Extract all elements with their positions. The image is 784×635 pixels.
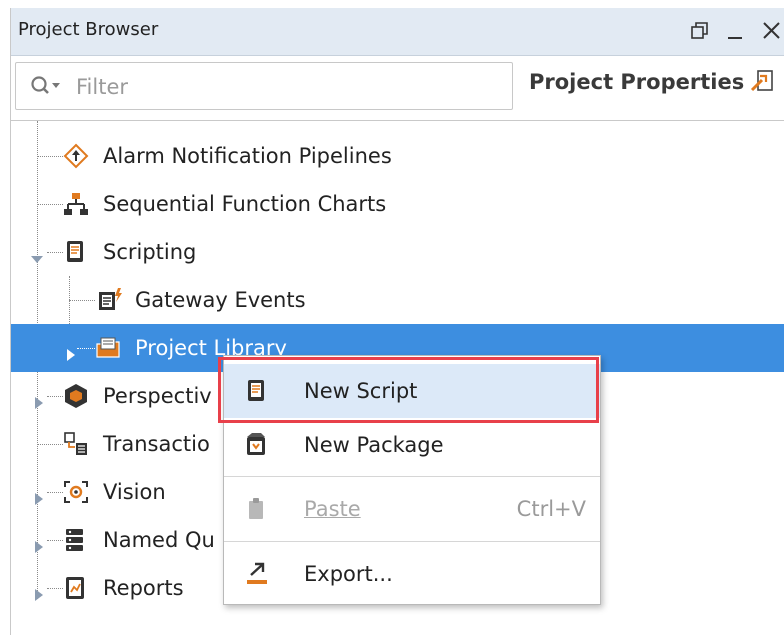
menu-item-new-package[interactable]: New Package xyxy=(224,418,600,472)
expand-arrow-icon[interactable] xyxy=(33,582,45,601)
reports-icon xyxy=(63,575,89,601)
context-menu: New Script New Package Paste Ctrl+V Expo… xyxy=(223,355,601,605)
menu-item-new-script[interactable]: New Script xyxy=(224,364,600,418)
expand-arrow-icon[interactable] xyxy=(65,342,77,361)
new-script-icon xyxy=(244,378,270,404)
menu-item-label: Export... xyxy=(304,562,393,586)
close-icon[interactable] xyxy=(759,18,784,44)
named-queries-icon xyxy=(63,527,89,553)
menu-separator xyxy=(224,541,600,542)
tree-item-scripting[interactable]: Scripting xyxy=(11,228,784,276)
tree-item-label: Sequential Function Charts xyxy=(103,192,387,216)
alarm-pipeline-icon xyxy=(63,143,89,169)
tree-item-alarm-notification-pipelines[interactable]: Alarm Notification Pipelines xyxy=(11,132,784,180)
menu-item-label: Paste xyxy=(304,497,361,521)
transaction-groups-icon xyxy=(63,431,89,457)
panel-titlebar[interactable]: Project Browser xyxy=(11,8,784,56)
restore-window-icon[interactable] xyxy=(687,18,713,44)
gateway-events-icon xyxy=(97,287,123,313)
perspective-icon xyxy=(63,383,89,409)
filter-field[interactable] xyxy=(15,62,513,110)
tree-item-gateway-events[interactable]: Gateway Events xyxy=(11,276,784,324)
window-controls xyxy=(687,16,784,46)
collapse-arrow-icon[interactable] xyxy=(31,246,43,263)
menu-separator xyxy=(224,476,600,477)
menu-item-label: New Package xyxy=(304,433,444,457)
filter-input[interactable] xyxy=(74,71,498,103)
new-package-icon xyxy=(244,432,270,458)
project-library-icon xyxy=(95,335,121,361)
scripting-icon xyxy=(63,239,89,265)
minimize-icon[interactable] xyxy=(723,18,749,44)
filter-bar: Project Properties xyxy=(11,56,784,121)
export-icon xyxy=(244,561,270,587)
menu-item-export[interactable]: Export... xyxy=(224,547,600,601)
tree-item-label: Transactio xyxy=(103,432,210,456)
menu-item-paste[interactable]: Paste Ctrl+V xyxy=(224,482,600,536)
sfc-icon xyxy=(63,191,89,217)
tree-item-label: Named Qu xyxy=(103,528,215,552)
tree-item-label: Scripting xyxy=(103,240,197,264)
menu-item-shortcut: Ctrl+V xyxy=(516,497,586,521)
vision-icon xyxy=(63,479,89,505)
project-properties-icon[interactable] xyxy=(749,68,775,94)
expand-arrow-icon[interactable] xyxy=(33,486,45,505)
tree-item-label: Perspectiv xyxy=(103,384,212,408)
panel-title: Project Browser xyxy=(18,19,159,40)
tree-item-sequential-function-charts[interactable]: Sequential Function Charts xyxy=(11,180,784,228)
expand-arrow-icon[interactable] xyxy=(33,390,45,409)
expand-arrow-icon[interactable] xyxy=(33,534,45,553)
project-properties-button[interactable]: Project Properties xyxy=(529,70,744,94)
search-icon[interactable] xyxy=(30,75,64,97)
tree-item-label: Alarm Notification Pipelines xyxy=(103,144,392,168)
tree-item-label: Vision xyxy=(103,480,166,504)
paste-icon xyxy=(244,496,270,522)
tree-item-label: Gateway Events xyxy=(135,288,306,312)
tree-item-label: Reports xyxy=(103,576,184,600)
menu-item-label: New Script xyxy=(304,379,418,403)
tree-connector xyxy=(77,348,95,349)
